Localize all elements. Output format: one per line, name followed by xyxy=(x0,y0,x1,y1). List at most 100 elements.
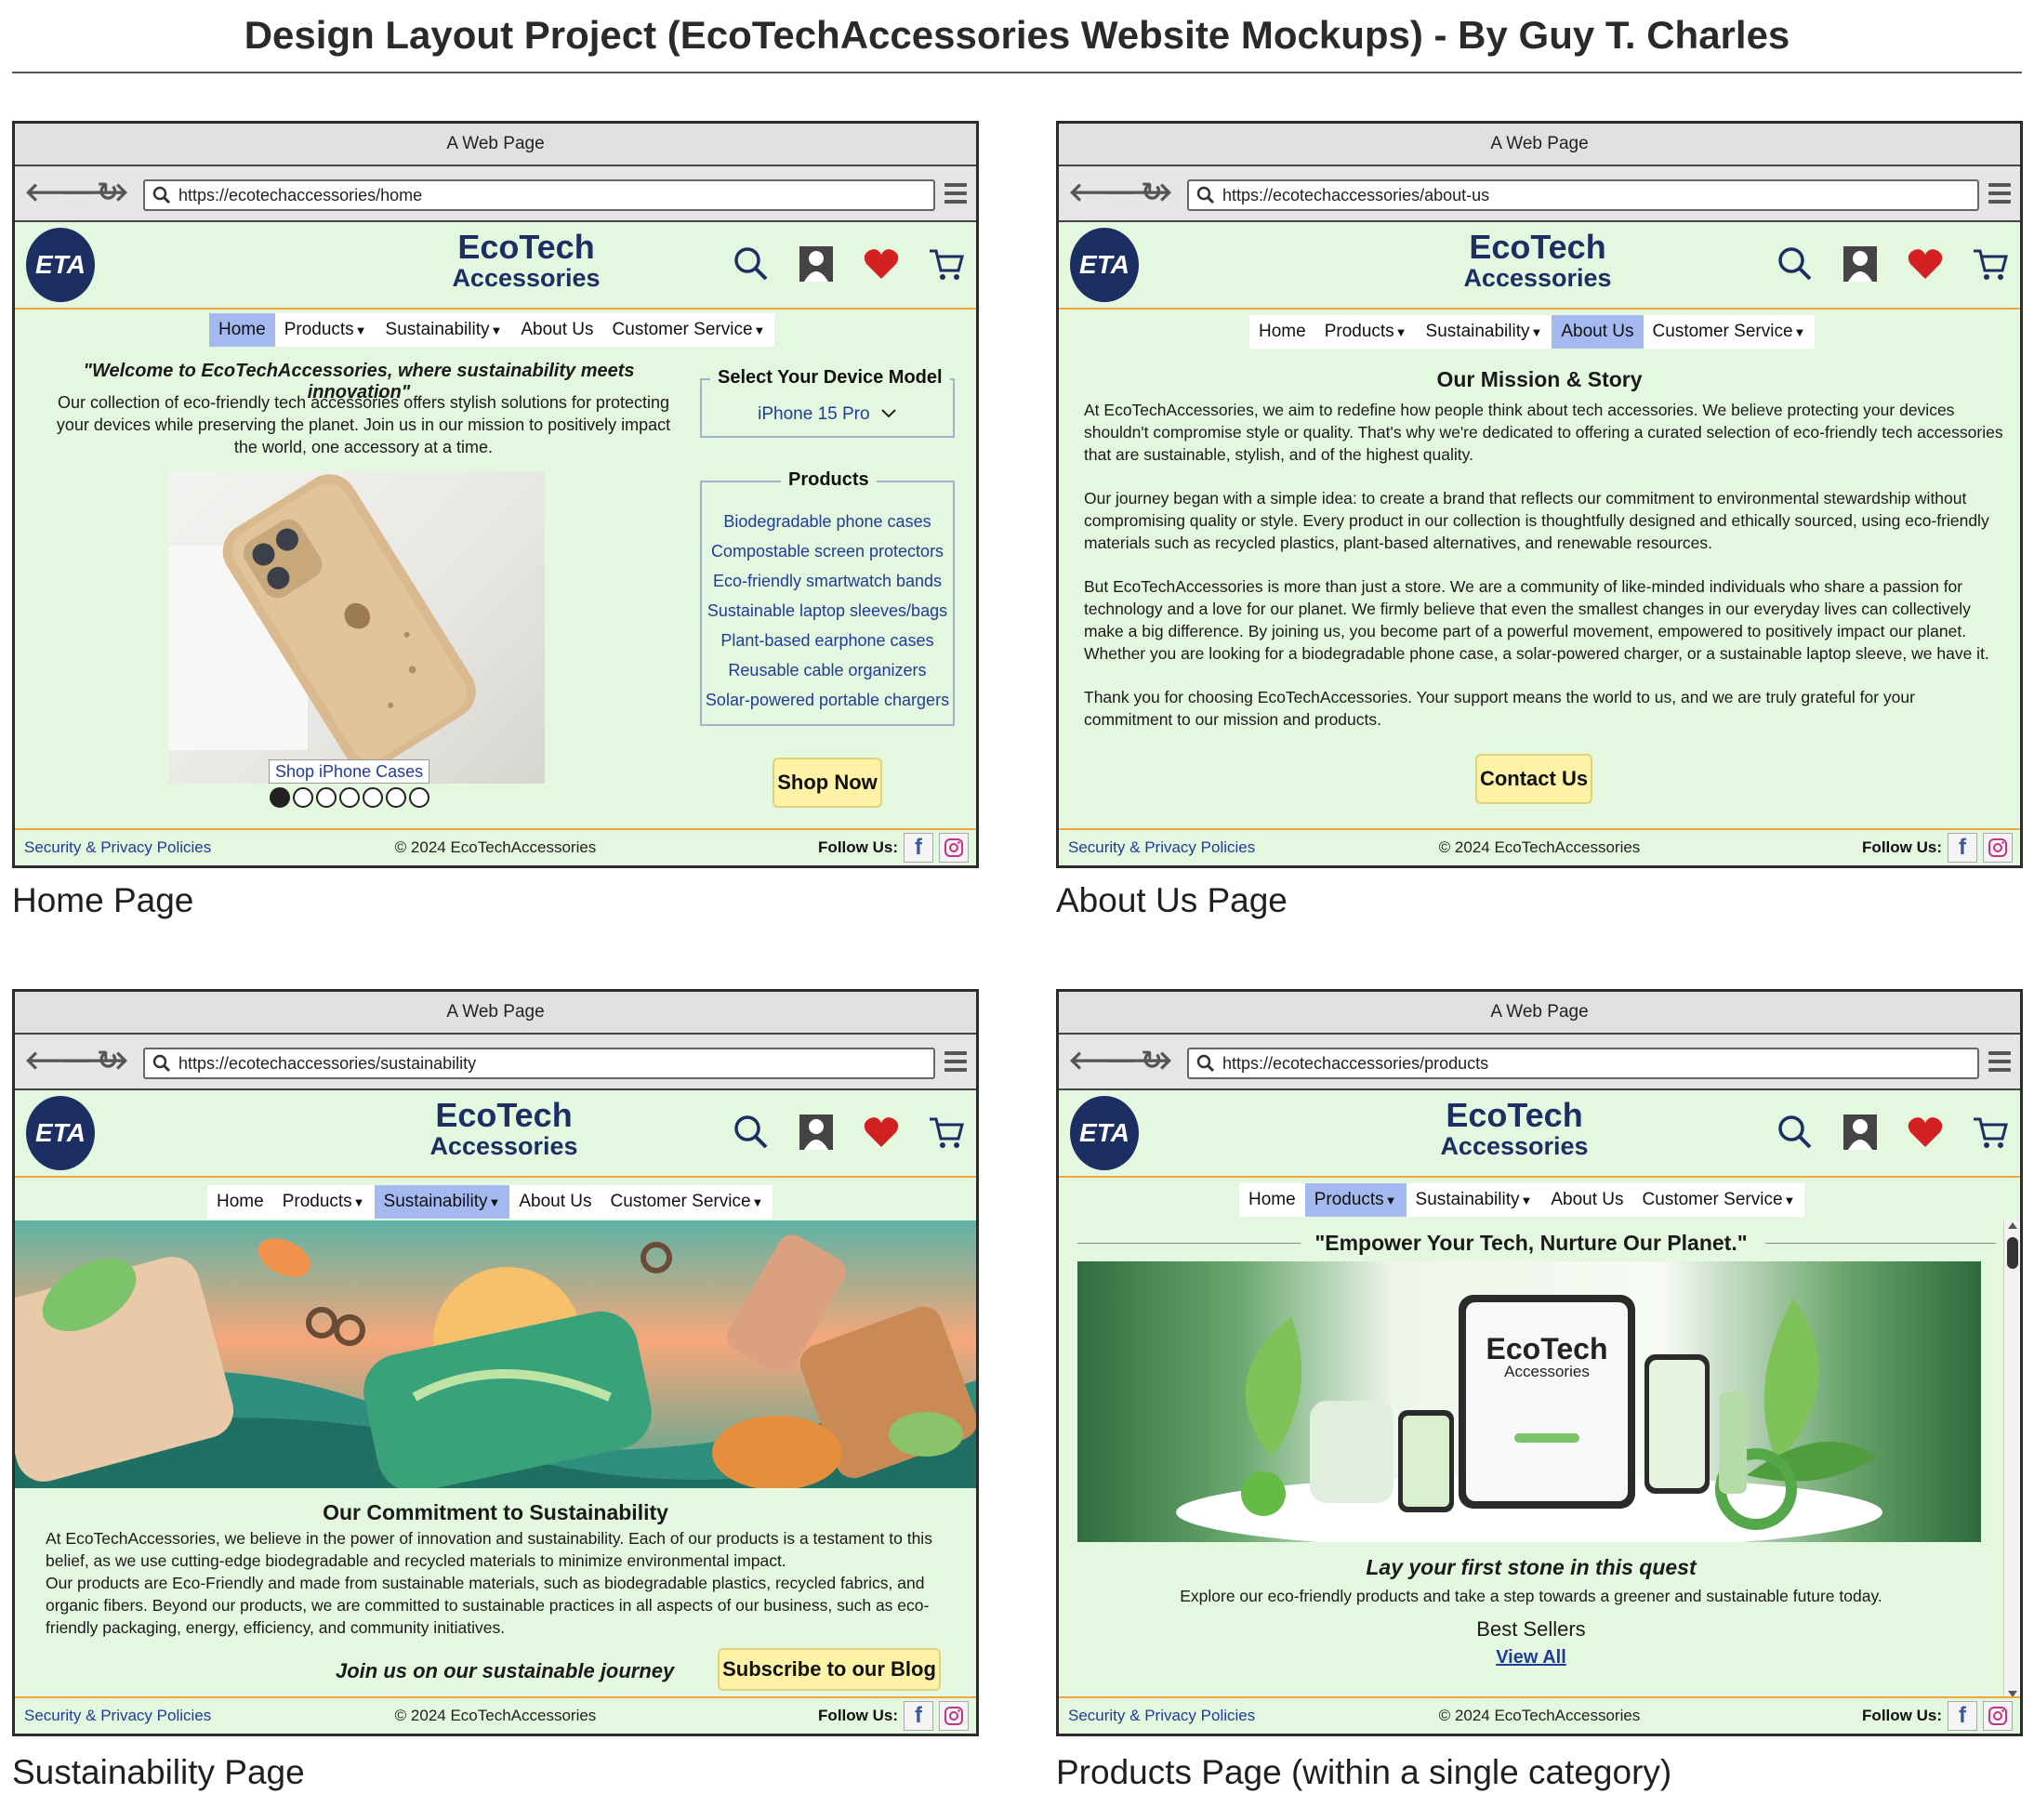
contact-us-button[interactable]: Contact Us xyxy=(1475,754,1592,804)
heart-icon[interactable] xyxy=(863,1115,900,1149)
url-bar[interactable]: https://ecotechaccessories/home xyxy=(143,179,935,211)
carousel-dot[interactable] xyxy=(270,787,290,808)
user-icon[interactable] xyxy=(798,1113,835,1152)
instagram-icon[interactable] xyxy=(1983,1701,2013,1731)
nav-customer-service[interactable]: Customer Service▼ xyxy=(1644,315,1816,349)
carousel-dot[interactable] xyxy=(409,787,429,808)
heart-icon[interactable] xyxy=(863,247,900,281)
brand-name[interactable]: EcoTech Accessories xyxy=(364,1098,643,1159)
reload-icon[interactable]: ↻ xyxy=(1139,179,1165,205)
search-icon[interactable] xyxy=(1776,1114,1814,1151)
product-link[interactable]: Compostable screen protectors xyxy=(700,536,955,566)
subscribe-blog-button[interactable]: Subscribe to our Blog xyxy=(718,1648,941,1691)
facebook-icon[interactable]: f xyxy=(1948,1701,1977,1731)
product-link[interactable]: Plant-based earphone cases xyxy=(700,626,955,655)
forward-arrow-icon[interactable]: 🡒 xyxy=(1103,179,1173,205)
carousel-dot[interactable] xyxy=(316,787,337,808)
forward-arrow-icon[interactable]: 🡒 xyxy=(59,179,129,205)
user-icon[interactable] xyxy=(1842,1113,1879,1152)
cart-icon[interactable] xyxy=(928,245,965,283)
nav-products[interactable]: Products▼ xyxy=(275,313,376,347)
eta-logo[interactable]: ETA xyxy=(1070,1096,1139,1170)
heart-icon[interactable] xyxy=(1907,1115,1944,1149)
reload-icon[interactable]: ↻ xyxy=(1139,1048,1165,1074)
user-icon[interactable] xyxy=(798,244,835,284)
brand-name[interactable]: EcoTech Accessories xyxy=(1398,230,1677,291)
nav-sustainability[interactable]: Sustainability▼ xyxy=(1407,1183,1542,1217)
scrollbar[interactable] xyxy=(2003,1220,2020,1699)
facebook-icon[interactable]: f xyxy=(904,833,933,863)
nav-customer-service[interactable]: Customer Service▼ xyxy=(1633,1183,1805,1217)
search-icon[interactable] xyxy=(733,245,770,283)
scrollbar-thumb[interactable] xyxy=(2007,1237,2018,1269)
url-bar[interactable]: https://ecotechaccessories/sustainabilit… xyxy=(143,1048,935,1079)
nav-customer-service-label: Customer Service xyxy=(612,320,753,339)
cart-icon[interactable] xyxy=(928,1114,965,1151)
brand-name[interactable]: EcoTech Accessories xyxy=(387,230,666,291)
nav-products[interactable]: Products▼ xyxy=(273,1185,375,1219)
nav-sustainability[interactable]: Sustainability▼ xyxy=(1417,315,1552,349)
scroll-up-arrow-icon[interactable] xyxy=(2008,1222,2017,1229)
nav-about[interactable]: About Us xyxy=(1552,315,1644,349)
carousel-dot[interactable] xyxy=(293,787,313,808)
product-link[interactable]: Sustainable laptop sleeves/bags xyxy=(700,596,955,626)
product-link[interactable]: Biodegradable phone cases xyxy=(700,507,955,536)
nav-customer-service[interactable]: Customer Service▼ xyxy=(603,313,775,347)
eta-logo[interactable]: ETA xyxy=(1070,228,1139,302)
forward-arrow-icon[interactable]: 🡒 xyxy=(59,1048,129,1074)
forward-arrow-icon[interactable]: 🡒 xyxy=(1103,1048,1173,1074)
brand-name[interactable]: EcoTech Accessories xyxy=(1375,1098,1654,1159)
carousel-dot[interactable] xyxy=(363,787,383,808)
facebook-icon[interactable]: f xyxy=(1948,833,1977,863)
phone-case-image[interactable]: Shop iPhone Cases xyxy=(168,471,545,784)
nav-about[interactable]: About Us xyxy=(511,313,602,347)
nav-home[interactable]: Home xyxy=(1249,315,1315,349)
device-select-dropdown[interactable]: iPhone 15 Pro xyxy=(700,404,955,425)
nav-products[interactable]: Products▼ xyxy=(1315,315,1417,349)
back-arrow-icon[interactable]: 🡐 xyxy=(1068,1048,1138,1074)
carousel-dot[interactable] xyxy=(339,787,360,808)
device-select-legend: Select Your Device Model xyxy=(710,367,950,389)
instagram-icon[interactable] xyxy=(1983,833,2013,863)
search-icon[interactable] xyxy=(733,1114,770,1151)
instagram-icon[interactable] xyxy=(939,1701,969,1731)
search-icon[interactable] xyxy=(1776,245,1814,283)
product-link[interactable]: Reusable cable organizers xyxy=(700,655,955,685)
url-bar[interactable]: https://ecotechaccessories/about-us xyxy=(1187,179,1979,211)
heart-icon[interactable] xyxy=(1907,247,1944,281)
menu-icon[interactable] xyxy=(1988,183,2011,205)
reload-icon[interactable]: ↻ xyxy=(95,1048,121,1074)
nav-home[interactable]: Home xyxy=(207,1185,273,1219)
menu-icon[interactable] xyxy=(944,183,967,205)
user-icon[interactable] xyxy=(1842,244,1879,284)
nav-home[interactable]: Home xyxy=(1239,1183,1305,1217)
back-arrow-icon[interactable]: 🡐 xyxy=(24,1048,94,1074)
nav-sustainability[interactable]: Sustainability▼ xyxy=(374,1185,510,1219)
reload-icon[interactable]: ↻ xyxy=(95,179,121,205)
shop-now-button[interactable]: Shop Now xyxy=(773,758,882,808)
eta-logo[interactable]: ETA xyxy=(26,1096,95,1170)
instagram-icon[interactable] xyxy=(939,833,969,863)
nav-sustainability[interactable]: Sustainability▼ xyxy=(376,313,512,347)
nav-about[interactable]: About Us xyxy=(1541,1183,1632,1217)
cart-icon[interactable] xyxy=(1972,245,2009,283)
back-arrow-icon[interactable]: 🡐 xyxy=(1068,179,1138,205)
menu-icon[interactable] xyxy=(1988,1051,2011,1074)
product-link[interactable]: Solar-powered portable chargers xyxy=(700,685,955,715)
menu-icon[interactable] xyxy=(944,1051,967,1074)
product-link[interactable]: Eco-friendly smartwatch bands xyxy=(700,566,955,596)
facebook-icon[interactable]: f xyxy=(904,1701,933,1731)
back-arrow-icon[interactable]: 🡐 xyxy=(24,179,94,205)
url-bar[interactable]: https://ecotechaccessories/products xyxy=(1187,1048,1979,1079)
eta-logo[interactable]: ETA xyxy=(26,228,95,302)
chevron-down-icon: ▼ xyxy=(1394,325,1407,339)
carousel-dot[interactable] xyxy=(386,787,406,808)
nav-customer-service[interactable]: Customer Service▼ xyxy=(601,1185,773,1219)
about-paragraph: At EcoTechAccessories, we aim to redefin… xyxy=(1084,401,2003,464)
shop-iphone-cases-link[interactable]: Shop iPhone Cases xyxy=(269,759,430,784)
nav-home[interactable]: Home xyxy=(209,313,275,347)
cart-icon[interactable] xyxy=(1972,1114,2009,1151)
view-all-link[interactable]: View All xyxy=(1059,1647,2003,1668)
nav-products[interactable]: Products▼ xyxy=(1304,1183,1407,1217)
nav-about[interactable]: About Us xyxy=(509,1185,601,1219)
